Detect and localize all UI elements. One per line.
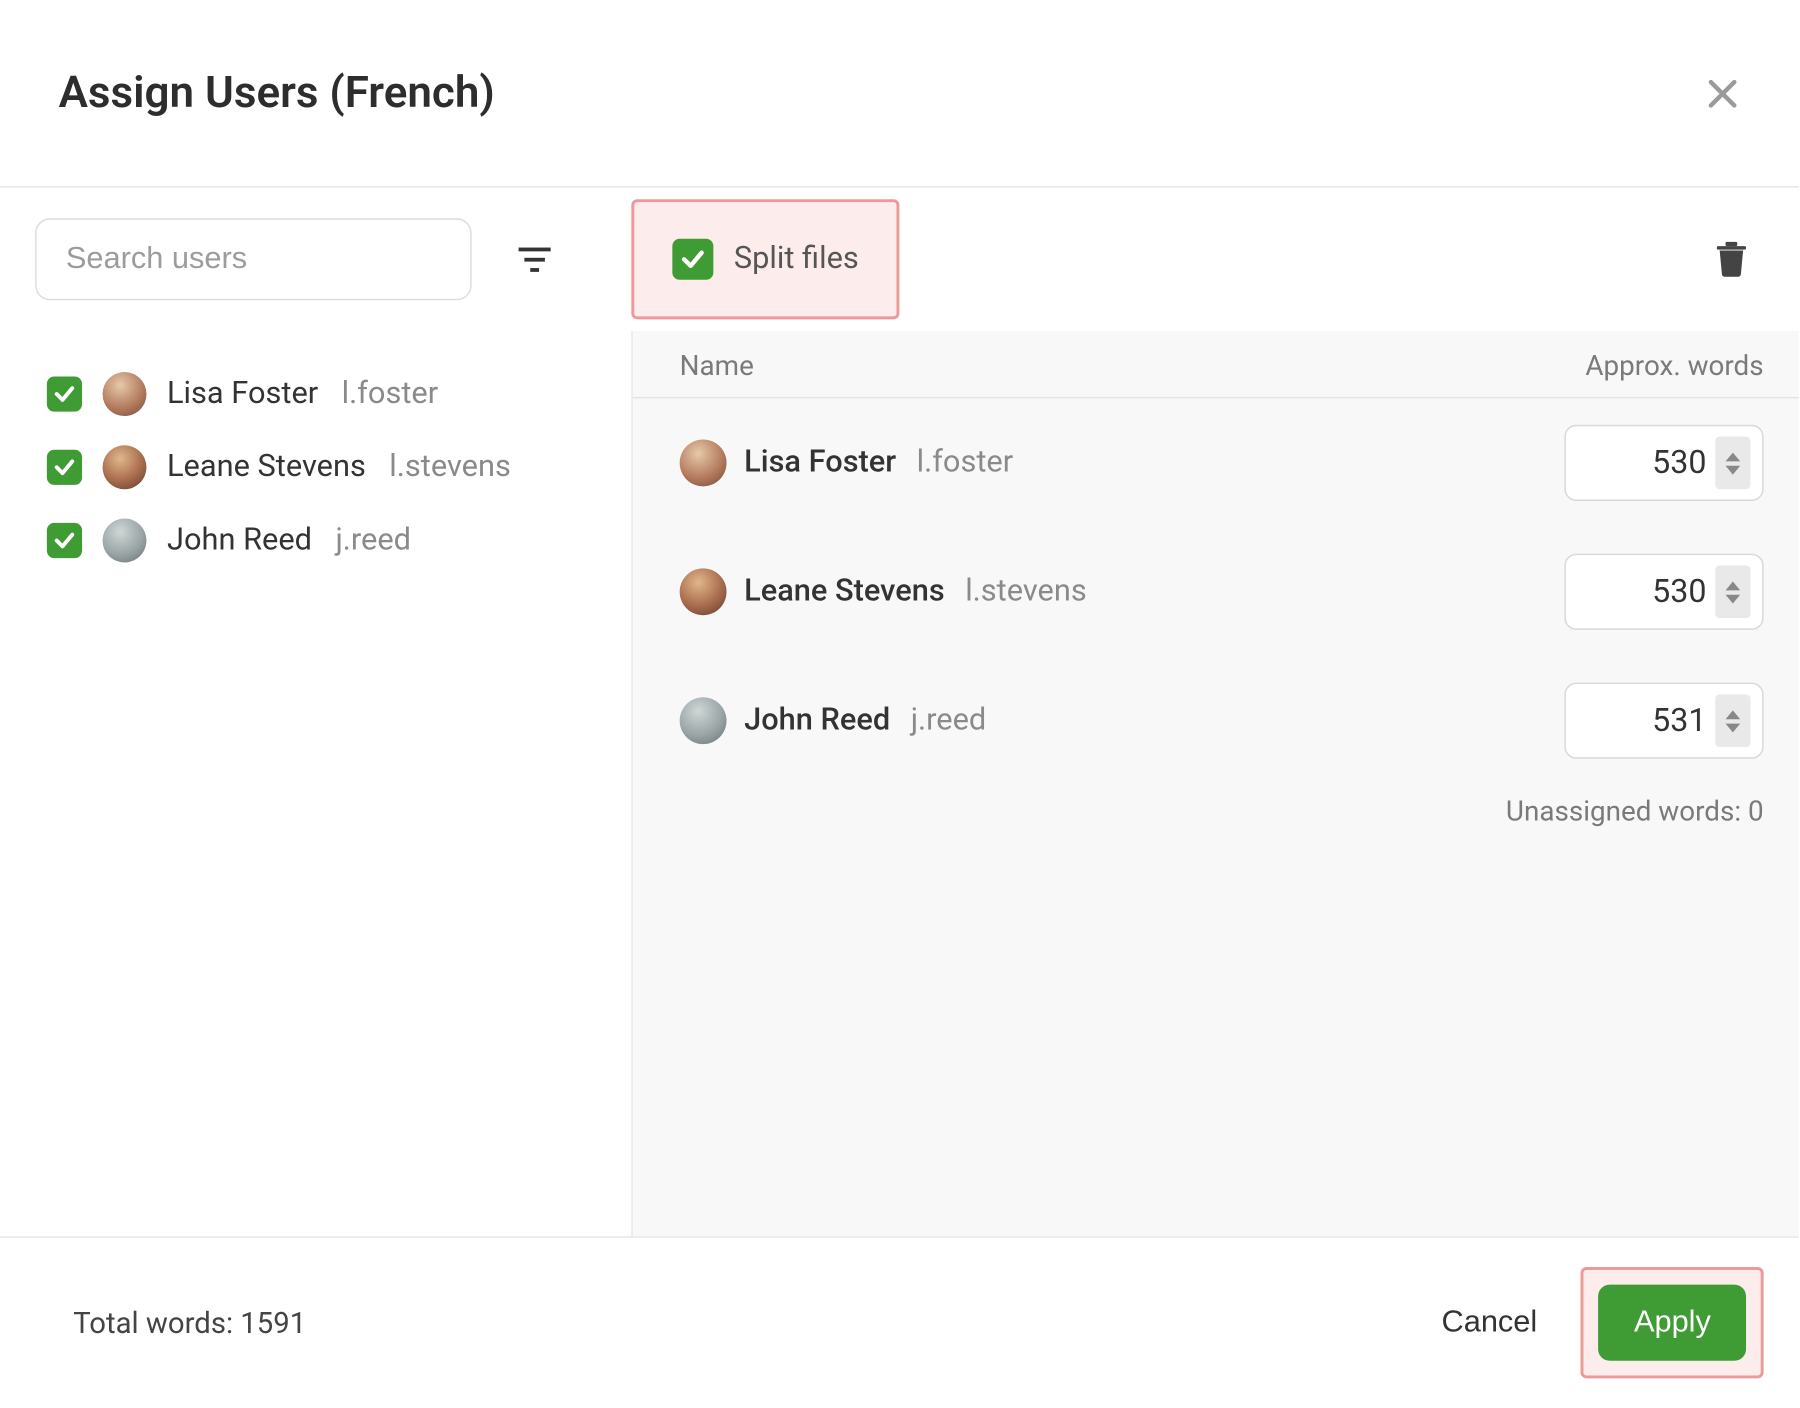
assigned-user-name: John Reed bbox=[744, 703, 890, 738]
user-list-item[interactable]: Leane Stevens l.stevens bbox=[47, 431, 631, 504]
unassigned-words-label: Unassigned words: 0 bbox=[633, 785, 1799, 827]
word-count-stepper[interactable]: 531 bbox=[1564, 683, 1763, 759]
assigned-user-handle: j.reed bbox=[911, 703, 987, 738]
filter-button[interactable] bbox=[519, 246, 551, 272]
step-up-icon[interactable] bbox=[1726, 452, 1741, 461]
assigned-user-name: Leane Stevens bbox=[744, 574, 945, 609]
total-words-label: Total words: 1591 bbox=[73, 1305, 306, 1340]
word-count-stepper[interactable]: 530 bbox=[1564, 554, 1763, 630]
step-down-icon[interactable] bbox=[1726, 465, 1741, 474]
avatar bbox=[680, 697, 727, 744]
check-icon bbox=[53, 529, 76, 552]
apply-highlight: Apply bbox=[1581, 1267, 1763, 1378]
user-handle: j.reed bbox=[335, 523, 411, 558]
user-checkbox[interactable] bbox=[47, 376, 82, 411]
dialog-title: Assign Users (French) bbox=[59, 67, 495, 118]
step-down-icon[interactable] bbox=[1726, 723, 1741, 732]
user-checkbox[interactable] bbox=[47, 450, 82, 485]
apply-button[interactable]: Apply bbox=[1599, 1285, 1746, 1361]
step-up-icon[interactable] bbox=[1726, 581, 1741, 590]
word-count-value: 531 bbox=[1652, 702, 1706, 739]
avatar bbox=[103, 372, 147, 416]
avatar bbox=[680, 568, 727, 615]
assignment-row: Leane Stevens l.stevens 530 bbox=[633, 527, 1799, 656]
user-list: Lisa Foster l.foster Leane Stevens l.ste… bbox=[0, 331, 633, 1236]
user-handle: l.stevens bbox=[389, 450, 511, 485]
table-header: Name Approx. words bbox=[633, 331, 1799, 398]
user-checkbox[interactable] bbox=[47, 523, 82, 558]
trash-icon bbox=[1717, 242, 1746, 277]
delete-button[interactable] bbox=[1717, 242, 1746, 277]
col-words: Approx. words bbox=[1585, 349, 1763, 383]
user-list-item[interactable]: John Reed j.reed bbox=[47, 504, 631, 577]
col-name: Name bbox=[680, 349, 754, 383]
user-handle: l.foster bbox=[342, 376, 439, 411]
user-name: John Reed bbox=[167, 523, 312, 558]
check-icon bbox=[53, 382, 76, 405]
assignment-row: Lisa Foster l.foster 530 bbox=[633, 398, 1799, 527]
assigned-user-handle: l.foster bbox=[917, 445, 1014, 480]
close-button[interactable] bbox=[1705, 75, 1740, 110]
assigned-user-handle: l.stevens bbox=[965, 574, 1087, 609]
step-down-icon[interactable] bbox=[1726, 594, 1741, 603]
assigned-user-name: Lisa Foster bbox=[744, 445, 896, 480]
close-icon bbox=[1705, 75, 1740, 110]
split-files-toggle[interactable]: Split files bbox=[631, 199, 899, 319]
step-up-icon[interactable] bbox=[1726, 710, 1741, 719]
avatar bbox=[103, 519, 147, 563]
cancel-button[interactable]: Cancel bbox=[1433, 1304, 1546, 1342]
search-input[interactable] bbox=[35, 218, 472, 300]
word-count-value: 530 bbox=[1652, 573, 1706, 610]
check-icon bbox=[53, 456, 76, 479]
assignment-row: John Reed j.reed 531 bbox=[633, 656, 1799, 785]
filter-icon bbox=[519, 246, 551, 272]
word-count-value: 530 bbox=[1652, 445, 1706, 482]
split-files-checkbox[interactable] bbox=[672, 239, 713, 280]
split-files-label: Split files bbox=[734, 242, 859, 277]
user-name: Leane Stevens bbox=[167, 450, 366, 485]
user-name: Lisa Foster bbox=[167, 376, 318, 411]
user-list-item[interactable]: Lisa Foster l.foster bbox=[47, 357, 631, 430]
word-count-stepper[interactable]: 530 bbox=[1564, 425, 1763, 501]
avatar bbox=[103, 445, 147, 489]
avatar bbox=[680, 439, 727, 486]
check-icon bbox=[680, 246, 706, 272]
